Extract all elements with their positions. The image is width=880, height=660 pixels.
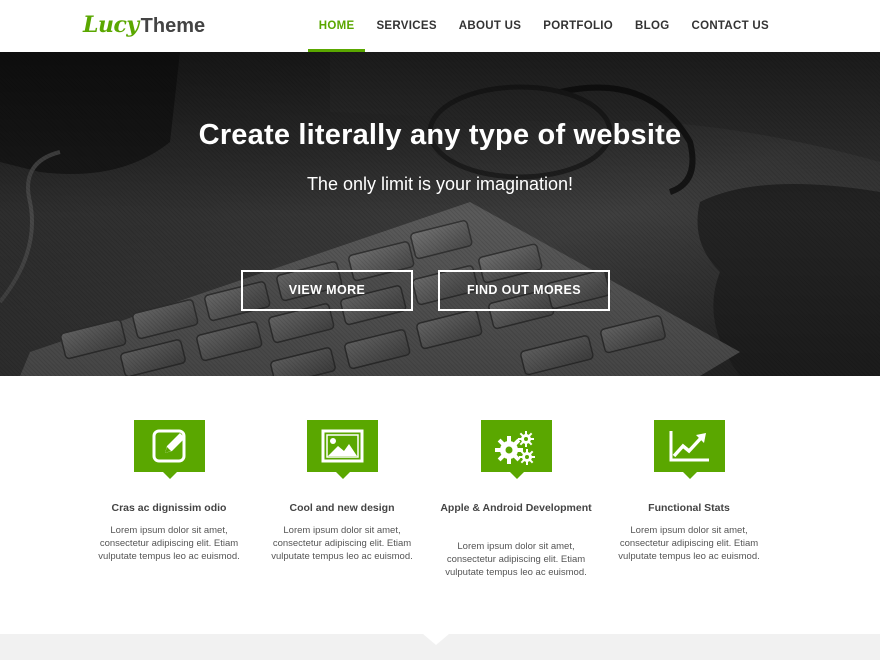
logo-word: Theme bbox=[140, 15, 206, 37]
nav-item-about-us[interactable]: ABOUT US bbox=[448, 0, 532, 52]
hero-dot-overlay bbox=[0, 52, 880, 376]
logo-script: Lucy bbox=[83, 12, 139, 38]
nav-item-blog[interactable]: BLOG bbox=[624, 0, 680, 52]
feature-description: Lorem ipsum dolor sit amet, consectetur … bbox=[98, 525, 240, 562]
section-arrow-notch bbox=[423, 634, 449, 645]
feature-description: Lorem ipsum dolor sit amet, consectetur … bbox=[618, 525, 760, 562]
site-logo[interactable]: Lucy Theme bbox=[83, 12, 205, 42]
feature-title: Apple & Android Development bbox=[440, 502, 592, 514]
feature-description: Lorem ipsum dolor sit amet, consectetur … bbox=[445, 541, 587, 578]
nav-item-home[interactable]: HOME bbox=[307, 0, 366, 52]
hero-subtitle: The only limit is your imagination! bbox=[306, 174, 574, 194]
main-nav: HOME SERVICES ABOUT US PORTFOLIO BLOG CO… bbox=[307, 0, 780, 52]
find-out-more-button[interactable]: FIND OUT MORES bbox=[438, 270, 610, 311]
hero-title: Create literally any type of website bbox=[198, 119, 682, 151]
feature-title: Cras ac dignissim odio bbox=[111, 502, 227, 514]
nav-item-contact-us[interactable]: CONTACT US bbox=[680, 0, 780, 52]
image-icon bbox=[307, 420, 378, 479]
features-section: Cras ac dignissim odio Lorem ipsum dolor… bbox=[0, 376, 880, 634]
gears-icon bbox=[481, 420, 552, 479]
site-header: Lucy Theme HOME SERVICES ABOUT US PORTFO… bbox=[0, 0, 880, 52]
chart-line-icon bbox=[654, 420, 725, 479]
nav-item-services[interactable]: SERVICES bbox=[365, 0, 447, 52]
feature-title: Functional Stats bbox=[648, 502, 730, 514]
nav-item-portfolio[interactable]: PORTFOLIO bbox=[532, 0, 624, 52]
feature-description: Lorem ipsum dolor sit amet, consectetur … bbox=[271, 525, 413, 562]
feature-title: Cool and new design bbox=[289, 502, 395, 514]
view-more-button[interactable]: VIEW MORE bbox=[241, 270, 413, 311]
hero-section: Create literally any type of website The… bbox=[0, 52, 880, 376]
pencil-square-icon bbox=[134, 420, 205, 479]
